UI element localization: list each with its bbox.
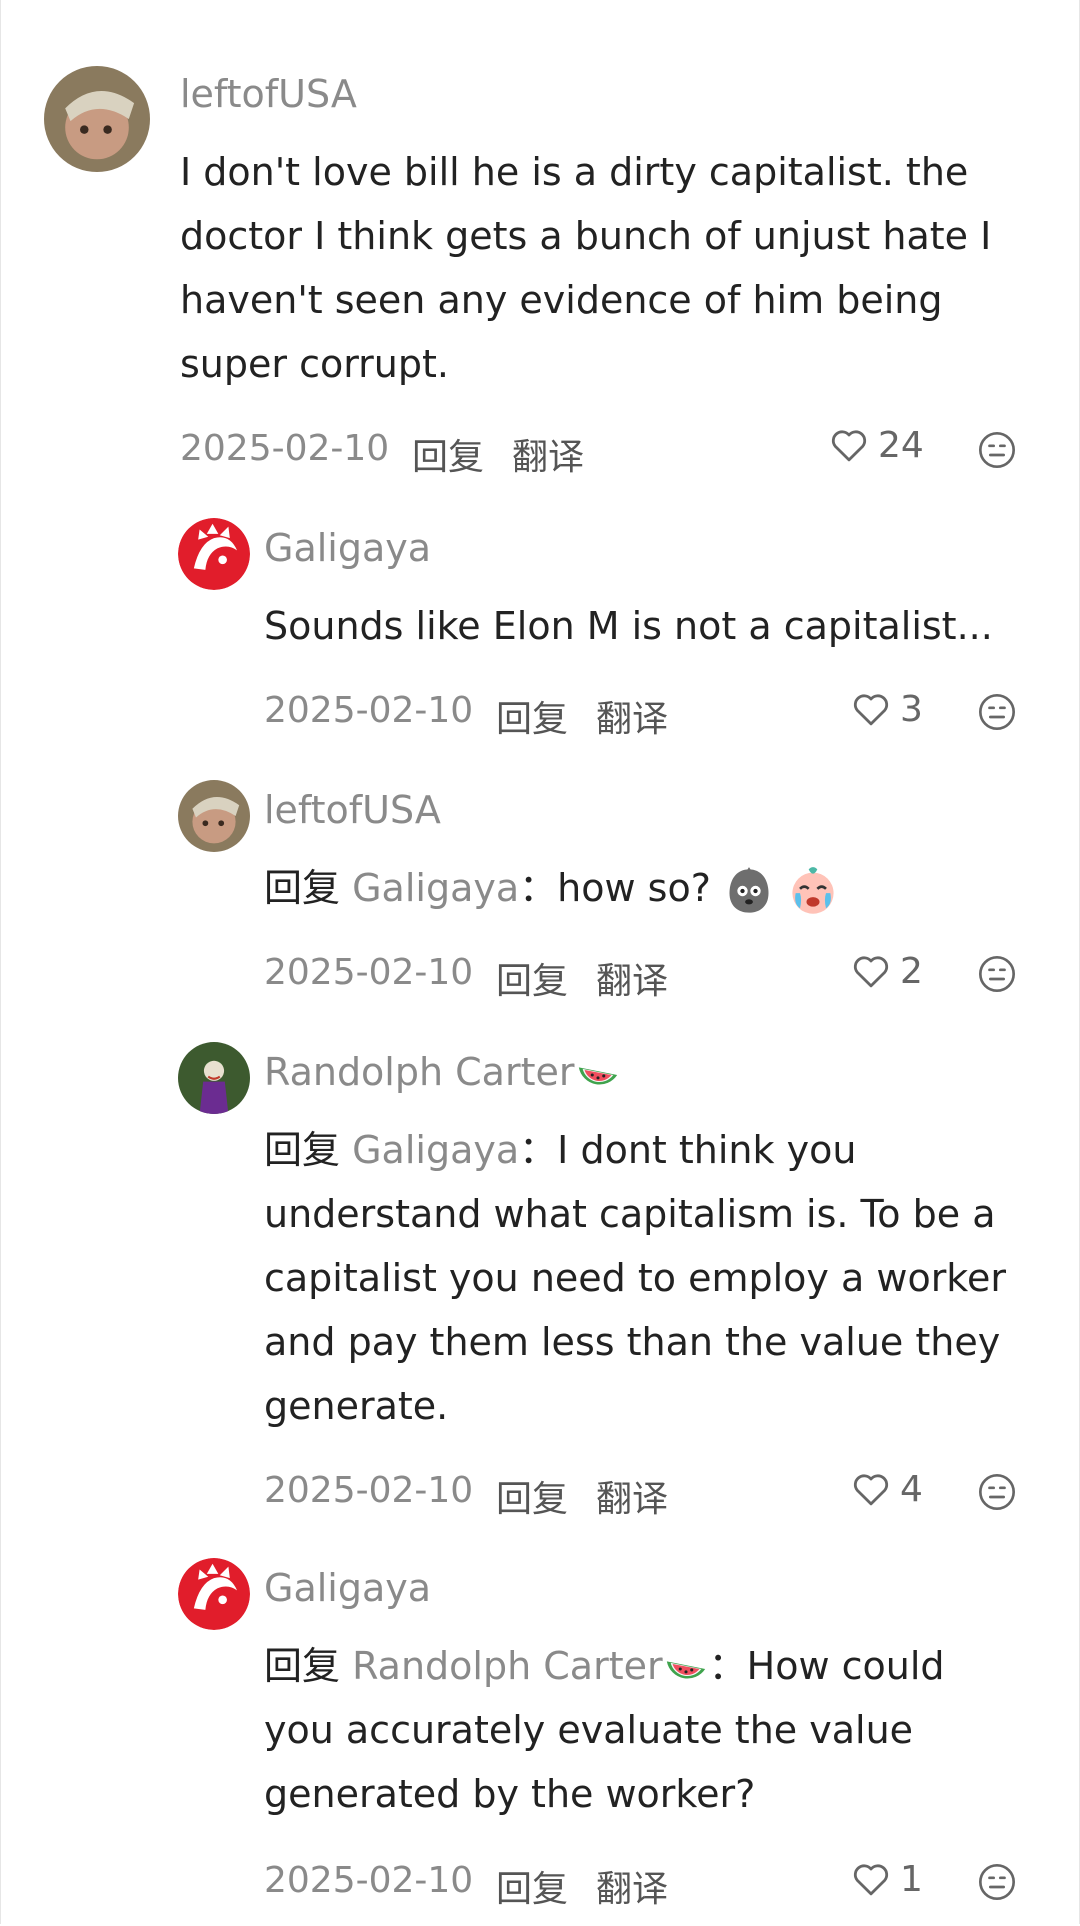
like-button[interactable]: 2 — [850, 950, 923, 992]
comment-text: I dont think you understand what capital… — [264, 1128, 1006, 1428]
heart-icon — [853, 1864, 889, 1896]
comment-text-block: 回复 Galigaya：I dont think you understand … — [264, 1118, 1034, 1438]
avatar[interactable] — [178, 518, 250, 590]
translate-button[interactable]: 翻译 — [596, 1470, 668, 1522]
colon: ： — [708, 1644, 747, 1688]
reply-target-username[interactable]: Randolph Carter — [352, 1644, 709, 1688]
like-button[interactable]: 1 — [850, 1858, 923, 1900]
username-text[interactable]: Randolph Carter — [264, 1050, 575, 1094]
like-count: 2 — [900, 950, 923, 992]
comment-text: Sounds like Elon M is not a capitalist..… — [264, 604, 993, 648]
like-count: 3 — [900, 688, 923, 730]
heart-icon — [853, 956, 889, 988]
comment-date: 2025-02-10 — [264, 690, 474, 731]
avatar[interactable] — [44, 66, 150, 172]
ghost-face-emoji — [729, 866, 769, 913]
username[interactable]: Randolph Carter — [264, 1050, 621, 1098]
reply-button[interactable]: 回复 — [412, 428, 484, 480]
reply-button[interactable]: 回复 — [496, 952, 568, 1004]
watermelon-emoji — [666, 1660, 705, 1679]
heart-icon — [853, 694, 889, 726]
neutral-face-icon[interactable] — [977, 954, 1017, 994]
comment-date: 2025-02-10 — [180, 428, 390, 469]
username[interactable]: Galigaya — [264, 1566, 431, 1610]
translate-button[interactable]: 翻译 — [596, 690, 668, 742]
like-count: 1 — [900, 1858, 923, 1900]
watermelon-emoji — [578, 1066, 617, 1085]
comment-text-line: 回复 Galigaya：how so? — [264, 856, 1024, 920]
reply-prefix: 回复 — [264, 1128, 341, 1172]
reply-prefix: 回复 — [264, 866, 341, 910]
like-count: 24 — [878, 424, 924, 466]
heart-icon — [831, 430, 867, 462]
comment-date: 2025-02-10 — [264, 1860, 474, 1901]
translate-button[interactable]: 翻译 — [596, 952, 668, 1004]
neutral-face-icon[interactable] — [977, 1472, 1017, 1512]
avatar[interactable] — [178, 780, 250, 852]
reply-button[interactable]: 回复 — [496, 1860, 568, 1912]
comment-date: 2025-02-10 — [264, 1470, 474, 1511]
reply-prefix: 回复 — [264, 1644, 341, 1688]
username[interactable]: Galigaya — [264, 526, 431, 570]
translate-button[interactable]: 翻译 — [596, 1860, 668, 1912]
username[interactable]: leftofUSA — [264, 788, 441, 832]
username[interactable]: leftofUSA — [180, 72, 357, 116]
reply-button[interactable]: 回复 — [496, 690, 568, 742]
like-button[interactable]: 24 — [828, 424, 924, 466]
comment-date: 2025-02-10 — [264, 952, 474, 993]
neutral-face-icon[interactable] — [977, 430, 1017, 470]
comment-text: how so? — [557, 866, 711, 910]
reply-button[interactable]: 回复 — [496, 1470, 568, 1522]
colon: ： — [519, 866, 558, 910]
reply-target-username[interactable]: Galigaya — [352, 866, 519, 910]
reply-target-text[interactable]: Randolph Carter — [352, 1644, 663, 1688]
comment-text-block: 回复 Randolph Carter ：How could you accura… — [264, 1634, 1004, 1826]
like-button[interactable]: 4 — [850, 1468, 923, 1510]
reply-target-username[interactable]: Galigaya — [352, 1128, 519, 1172]
translate-button[interactable]: 翻译 — [512, 428, 584, 480]
like-count: 4 — [900, 1468, 923, 1510]
avatar[interactable] — [178, 1558, 250, 1630]
crying-face-emoji — [792, 866, 834, 914]
avatar[interactable] — [178, 1042, 250, 1114]
heart-icon — [853, 1474, 889, 1506]
neutral-face-icon[interactable] — [977, 1862, 1017, 1902]
neutral-face-icon[interactable] — [977, 692, 1017, 732]
colon: ： — [519, 1128, 558, 1172]
comment-text: I don't love bill he is a dirty capitali… — [180, 150, 992, 386]
like-button[interactable]: 3 — [850, 688, 923, 730]
